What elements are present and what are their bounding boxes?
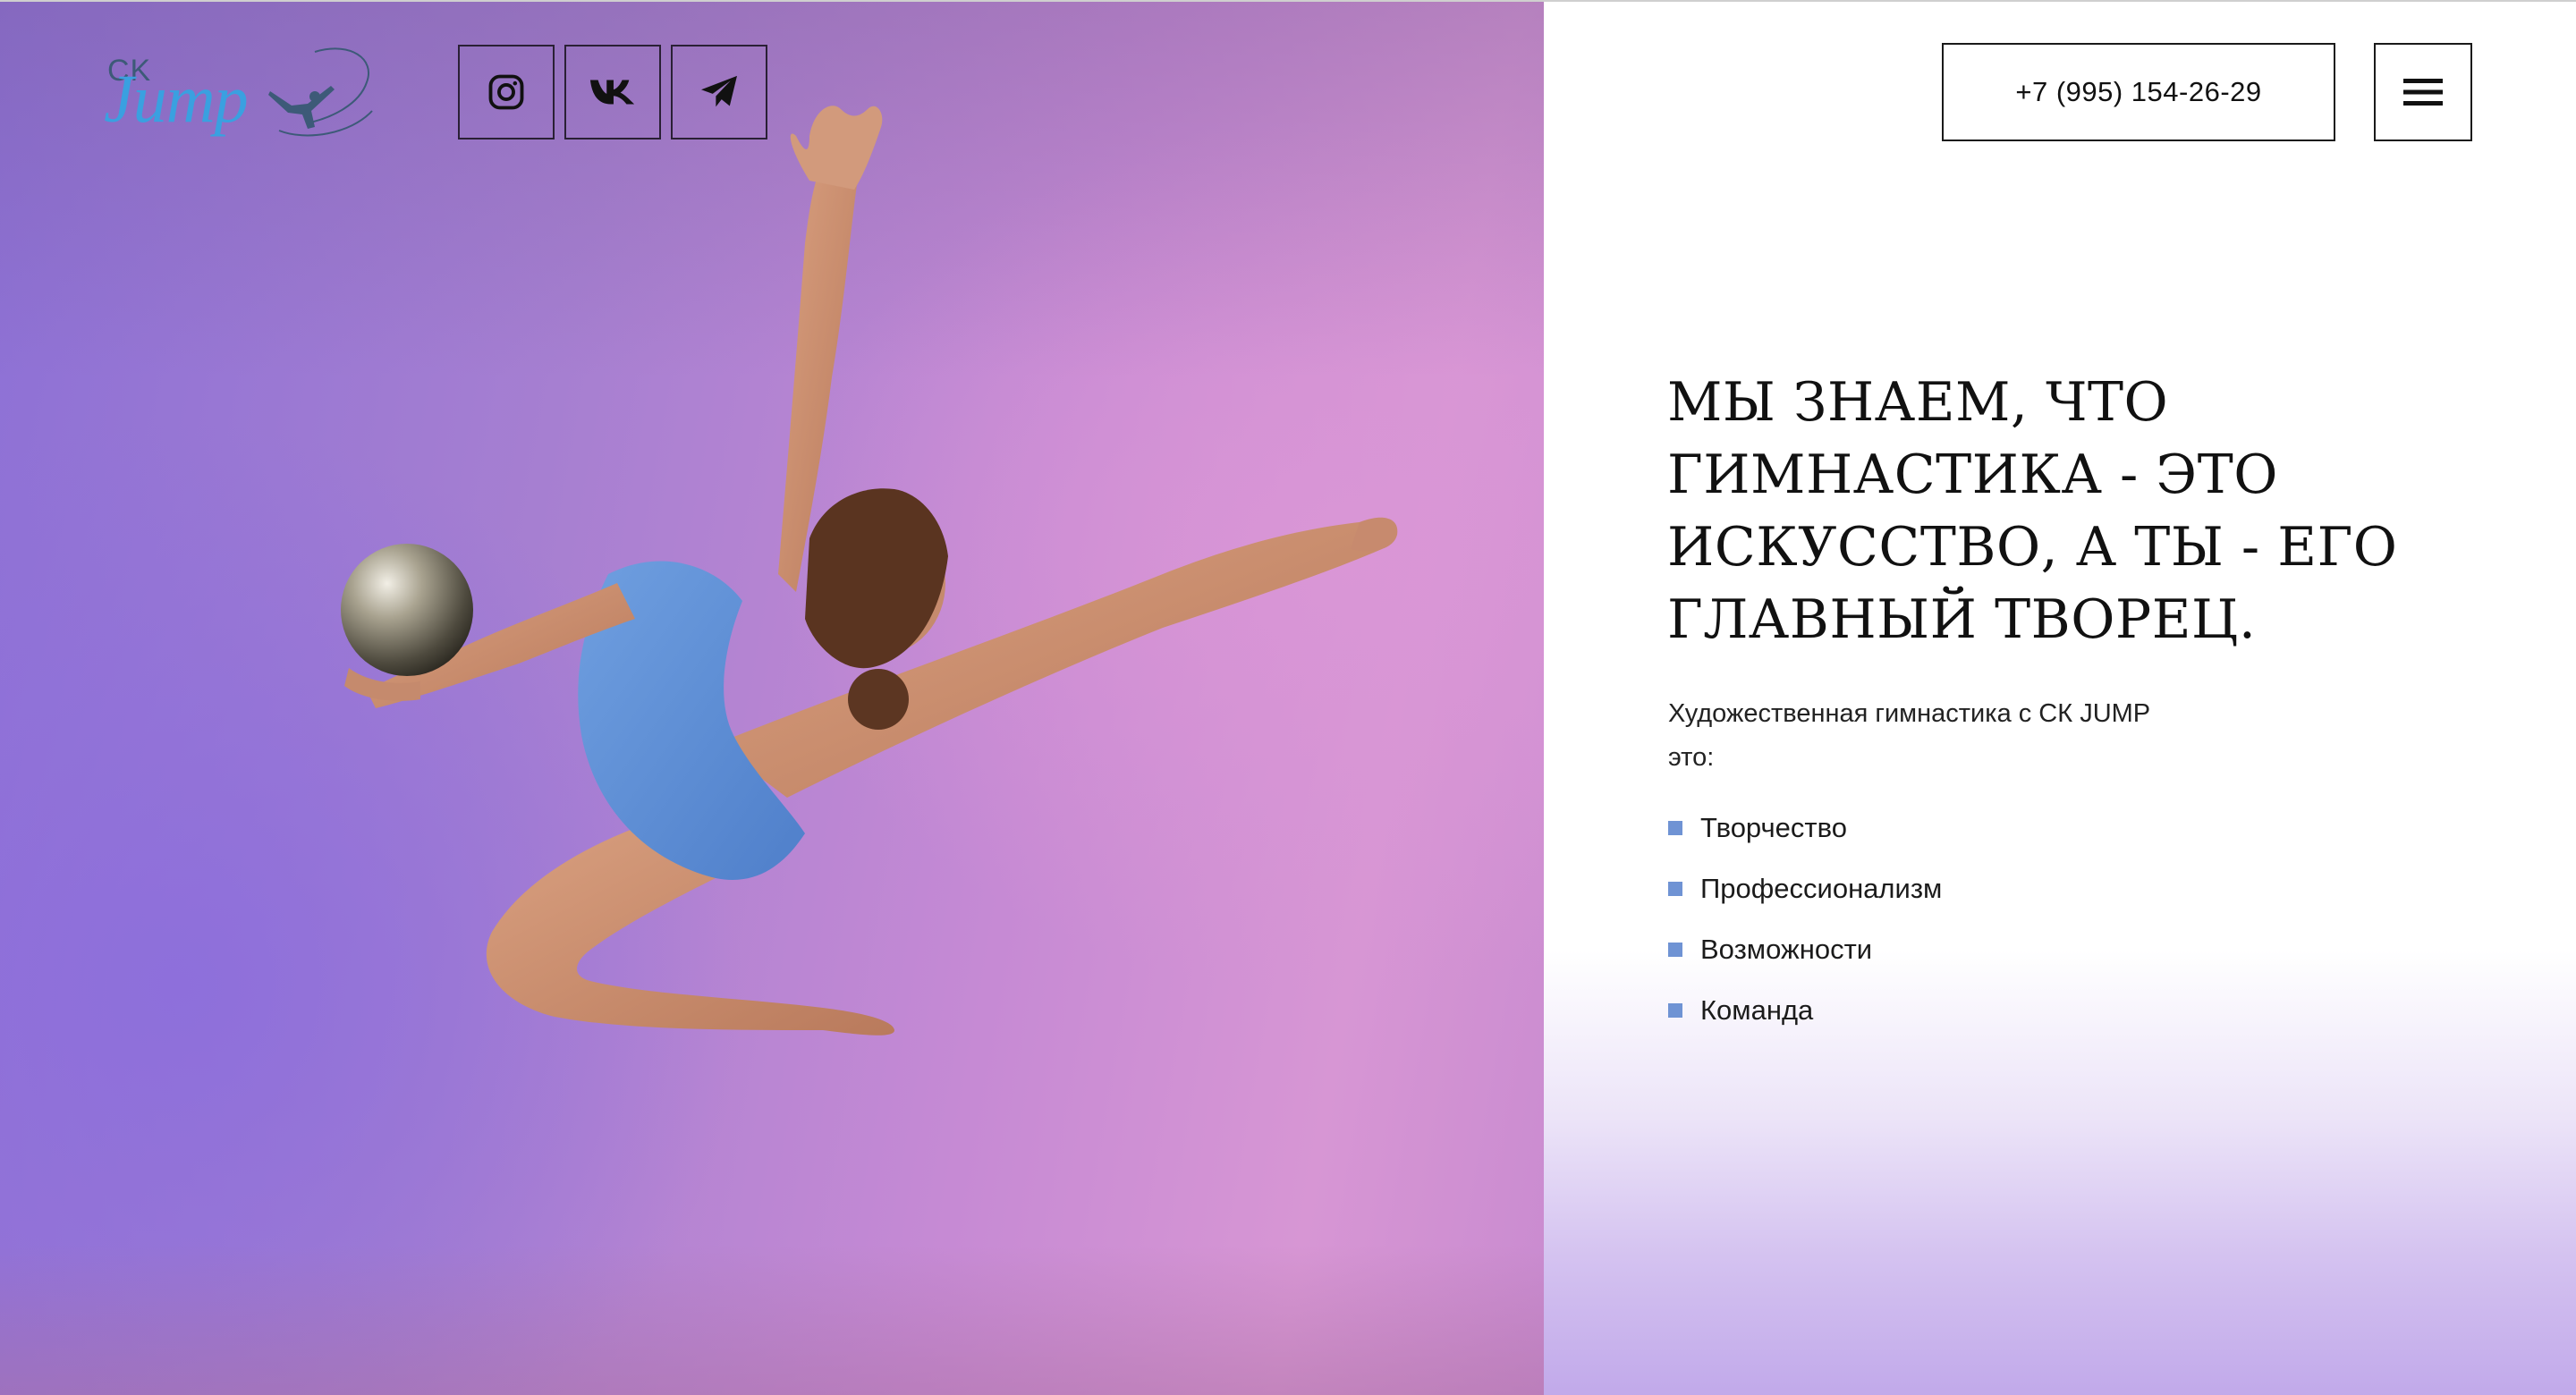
social-links [458, 45, 767, 140]
bullet-icon [1668, 943, 1682, 957]
hero-headline: МЫ ЗНАЕМ, ЧТО ГИМНАСТИКА - ЭТО ИСКУССТВО… [1667, 371, 2398, 651]
bullet-icon [1668, 1003, 1682, 1018]
logo-wordmark: Jump [104, 62, 249, 137]
list-item: Творчество [1668, 798, 1942, 858]
hero-intro: Художественная гимнастика с СК JUMP это: [1668, 699, 2151, 772]
vk-icon [589, 80, 635, 105]
telegram-button[interactable] [671, 45, 767, 140]
site-logo[interactable]: CK Jump [100, 41, 377, 147]
bullet-icon [1668, 821, 1682, 835]
vk-button[interactable] [564, 45, 661, 140]
feature-label: Творчество [1700, 812, 1847, 843]
gymnast-illustration [341, 106, 1398, 1036]
feature-list: Творчество Профессионализм Возможности К… [1668, 798, 1942, 1041]
phone-button[interactable]: +7 (995) 154-26-29 [1942, 43, 2335, 141]
hamburger-menu-icon [2403, 79, 2443, 106]
hero-image [0, 2, 1544, 1395]
menu-button[interactable] [2374, 43, 2472, 141]
feature-label: Профессионализм [1700, 873, 1943, 904]
instagram-icon [488, 74, 524, 110]
list-item: Возможности [1668, 919, 1942, 980]
feature-label: Возможности [1700, 934, 1873, 965]
bullet-icon [1668, 882, 1682, 896]
gymnast-logo-icon [268, 47, 373, 137]
telegram-icon [701, 75, 737, 107]
instagram-button[interactable] [458, 45, 555, 140]
list-item: Команда [1668, 980, 1942, 1041]
landing-page: CK Jump +7 (995) 154-26-29 МЫ ЗНАЕМ, ЧТО… [0, 0, 2576, 1395]
feature-label: Команда [1700, 994, 1814, 1026]
list-item: Профессионализм [1668, 858, 1942, 919]
